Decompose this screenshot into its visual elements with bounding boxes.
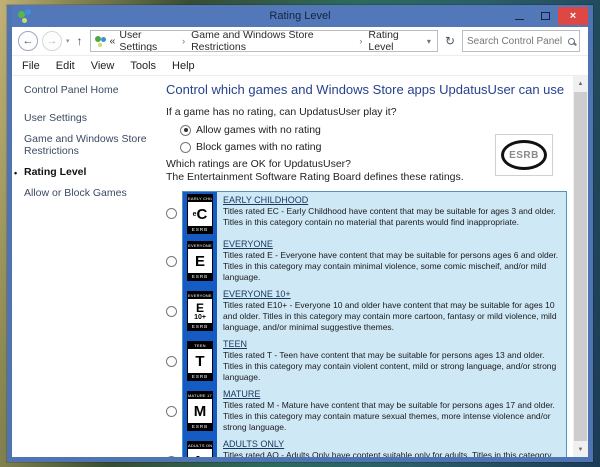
- radio-button-icon[interactable]: [166, 356, 177, 367]
- breadcrumb-separator-icon: ›: [357, 36, 364, 46]
- rating-description: Titles rated AO - Adults Only have conte…: [223, 450, 560, 457]
- radio-label: Allow games with no rating: [196, 124, 321, 136]
- breadcrumb-prefix: «: [110, 35, 116, 47]
- breadcrumb-separator-icon: ›: [180, 36, 187, 46]
- menu-view[interactable]: View: [91, 60, 115, 72]
- menu-edit[interactable]: Edit: [56, 60, 75, 72]
- menu-help[interactable]: Help: [172, 60, 195, 72]
- esrb-rating-icon-e: EVERYONE E ESRB: [183, 236, 217, 286]
- rating-name-link[interactable]: MATURE: [223, 388, 560, 400]
- esrb-rating-icon-e10: EVERYONE 10+ E10+ ESRB: [183, 286, 217, 336]
- radio-button-icon[interactable]: [180, 125, 191, 136]
- rating-name-link[interactable]: EARLY CHILDHOOD: [223, 194, 560, 206]
- recent-pages-dropdown[interactable]: ▾: [66, 37, 70, 45]
- radio-button-icon[interactable]: [166, 306, 177, 317]
- breadcrumb-item-rating-level[interactable]: Rating Level: [368, 30, 421, 52]
- ratings-list: EARLY CHILDHOOD eC ESRB EARLY CHILDHOOD …: [166, 191, 567, 457]
- sidebar-item-game-restrictions[interactable]: Game and Windows Store Restrictions: [24, 133, 154, 157]
- back-arrow-icon: ←: [23, 35, 34, 47]
- esrb-rating-icon-ao: ADULTS ONLY 18+ Ao ESRB: [183, 436, 217, 457]
- esrb-rating-icon-t: TEEN T ESRB: [183, 336, 217, 386]
- sidebar: Control Panel Home User Settings Game an…: [12, 76, 158, 457]
- refresh-button[interactable]: ↻: [442, 34, 458, 48]
- control-panel-icon: [95, 36, 106, 47]
- navigation-bar: ← → ▾ ↑ « User Settings › Game and Windo…: [12, 27, 588, 56]
- rating-row-teen[interactable]: TEEN T ESRB TEEN Titles rated T - Teen h…: [166, 336, 567, 386]
- breadcrumb-item-game-restrictions[interactable]: Game and Windows Store Restrictions: [191, 30, 353, 52]
- forward-button[interactable]: →: [42, 31, 62, 51]
- search-input[interactable]: [467, 36, 568, 47]
- sidebar-item-rating-level[interactable]: • Rating Level: [24, 166, 154, 178]
- rating-name-link[interactable]: EVERYONE 10+: [223, 288, 560, 300]
- radio-button-icon[interactable]: [166, 208, 177, 219]
- up-button[interactable]: ↑: [74, 34, 86, 48]
- scroll-down-icon[interactable]: ▼: [573, 442, 588, 457]
- rating-name-link[interactable]: EVERYONE: [223, 238, 560, 250]
- window-title: Rating Level: [12, 10, 588, 22]
- scrollbar-thumb[interactable]: [574, 92, 587, 441]
- page-title: Control which games and Windows Store ap…: [166, 82, 567, 97]
- sidebar-item-control-panel-home[interactable]: Control Panel Home: [24, 84, 154, 96]
- rating-description: Titles rated EC - Early Childhood have c…: [223, 206, 560, 228]
- rating-name-link[interactable]: TEEN: [223, 338, 560, 350]
- breadcrumb-item-user-settings[interactable]: User Settings: [119, 30, 176, 52]
- esrb-oval-icon: ESRB: [501, 140, 547, 170]
- menu-file[interactable]: File: [22, 60, 40, 72]
- rating-description: Titles rated E - Everyone have content t…: [223, 250, 560, 283]
- no-rating-question: If a game has no rating, can UpdatusUser…: [166, 106, 567, 118]
- search-icon[interactable]: [568, 38, 575, 45]
- address-bar[interactable]: « User Settings › Game and Windows Store…: [90, 30, 438, 52]
- titlebar: Rating Level ×: [12, 5, 588, 27]
- radio-button-icon[interactable]: [166, 256, 177, 267]
- vertical-scrollbar[interactable]: ▲ ▼: [573, 76, 588, 457]
- rating-row-early-childhood[interactable]: EARLY CHILDHOOD eC ESRB EARLY CHILDHOOD …: [166, 191, 567, 236]
- forward-arrow-icon: →: [47, 35, 58, 47]
- radio-button-icon[interactable]: [166, 406, 177, 417]
- main-panel: Control which games and Windows Store ap…: [158, 76, 573, 457]
- radio-button-icon[interactable]: [166, 456, 177, 457]
- rating-row-adults-only[interactable]: ADULTS ONLY 18+ Ao ESRB ADULTS ONLY Titl…: [166, 436, 567, 457]
- scroll-up-icon[interactable]: ▲: [573, 76, 588, 91]
- radio-label: Block games with no rating: [196, 141, 321, 153]
- address-dropdown-icon[interactable]: ▾: [425, 37, 433, 46]
- rating-description: Titles rated T - Teen have content that …: [223, 350, 560, 383]
- control-panel-window: Rating Level × ← → ▾ ↑ « User Settings ›…: [7, 5, 593, 462]
- rating-description: Titles rated M - Mature have content tha…: [223, 400, 560, 433]
- rating-row-everyone-10[interactable]: EVERYONE 10+ E10+ ESRB EVERYONE 10+ Titl…: [166, 286, 567, 336]
- esrb-logo: ESRB: [495, 134, 553, 176]
- rating-row-mature[interactable]: MATURE 17+ M ESRB MATURE Titles rated M …: [166, 386, 567, 436]
- rating-row-everyone[interactable]: EVERYONE E ESRB EVERYONE Titles rated E …: [166, 236, 567, 286]
- rating-name-link[interactable]: ADULTS ONLY: [223, 438, 560, 450]
- menu-tools[interactable]: Tools: [130, 60, 156, 72]
- esrb-rating-icon-m: MATURE 17+ M ESRB: [183, 386, 217, 436]
- sidebar-item-allow-block-games[interactable]: Allow or Block Games: [24, 187, 154, 199]
- radio-button-icon[interactable]: [180, 142, 191, 153]
- menu-bar: File Edit View Tools Help: [12, 56, 588, 76]
- sidebar-item-user-settings[interactable]: User Settings: [24, 112, 154, 124]
- search-box[interactable]: [462, 30, 580, 52]
- esrb-rating-icon-ec: EARLY CHILDHOOD eC ESRB: [183, 192, 217, 236]
- rating-description: Titles rated E10+ - Everyone 10 and olde…: [223, 300, 560, 333]
- active-bullet-icon: •: [14, 167, 17, 179]
- back-button[interactable]: ←: [18, 31, 38, 51]
